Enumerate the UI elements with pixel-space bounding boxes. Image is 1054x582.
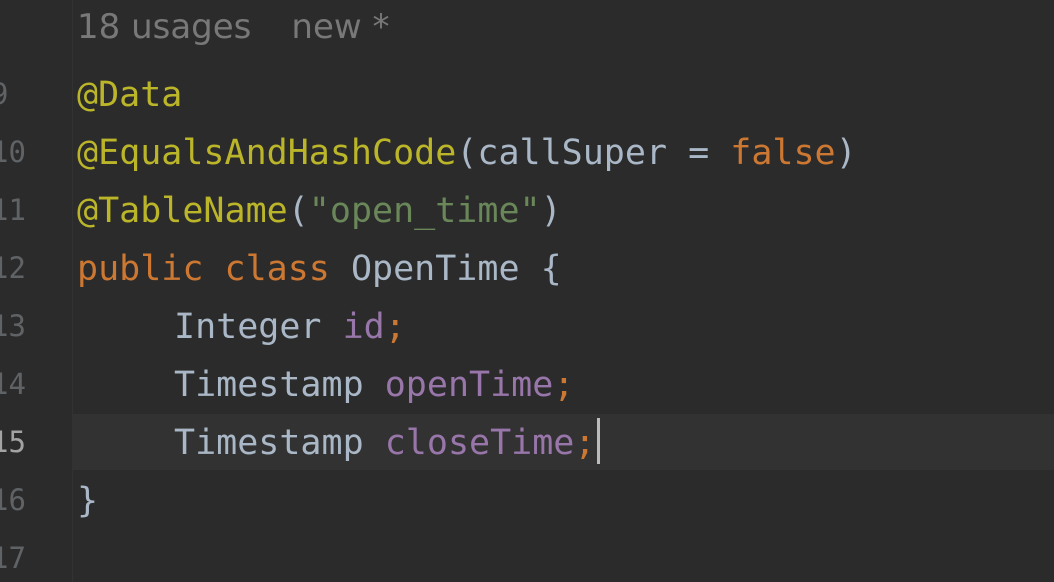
author-hint[interactable]: new * bbox=[291, 7, 389, 47]
paren: ( bbox=[287, 191, 309, 231]
code-line[interactable]: Timestamp openTime; bbox=[77, 356, 574, 414]
paren: ) bbox=[540, 191, 562, 231]
type-name: Timestamp bbox=[174, 365, 364, 405]
line-number: 17 bbox=[0, 541, 26, 575]
line-number: 11 bbox=[0, 193, 26, 227]
inlay-hint[interactable]: 18 usages new * bbox=[77, 0, 389, 56]
line-number: 14 bbox=[0, 367, 26, 401]
semicolon: ; bbox=[384, 307, 406, 347]
field-name: openTime bbox=[384, 365, 554, 405]
keyword: public bbox=[77, 249, 204, 289]
brace: { bbox=[540, 249, 562, 289]
line-number: 9 bbox=[0, 65, 8, 123]
line-number-current: 15 bbox=[0, 425, 26, 459]
semicolon: ; bbox=[553, 365, 575, 405]
type-name: Timestamp bbox=[174, 423, 364, 463]
line-number-gutter[interactable]: 9 10 11 12 13 14 15 16 17 bbox=[0, 0, 73, 582]
code-line[interactable]: } bbox=[77, 472, 98, 530]
code-line[interactable]: @TableName("open_time") bbox=[77, 182, 562, 240]
line-number: 10 bbox=[0, 135, 26, 169]
annotation: @TableName bbox=[77, 191, 288, 231]
type-name: Integer bbox=[174, 307, 322, 347]
string-literal: "open_time" bbox=[308, 191, 541, 231]
annotation-param: callSuper = bbox=[477, 133, 731, 173]
annotation: @Data bbox=[77, 75, 183, 115]
code-line-current[interactable]: Timestamp closeTime; bbox=[77, 414, 601, 472]
usages-hint[interactable]: 18 usages bbox=[77, 7, 251, 47]
boolean-literal: false bbox=[730, 133, 836, 173]
field-name: id bbox=[342, 307, 385, 347]
line-number: 13 bbox=[0, 309, 26, 343]
code-line[interactable]: @Data bbox=[77, 66, 182, 124]
paren: ) bbox=[835, 133, 857, 173]
semicolon: ; bbox=[574, 423, 596, 463]
brace: } bbox=[77, 481, 99, 521]
class-name: OpenTime bbox=[350, 249, 520, 289]
text-caret bbox=[597, 418, 601, 464]
line-number: 16 bbox=[0, 483, 26, 517]
code-editor[interactable]: 9 10 11 12 13 14 15 16 17 18 usages new *… bbox=[0, 0, 1054, 582]
keyword: class bbox=[224, 249, 330, 289]
paren: ( bbox=[456, 133, 478, 173]
code-text-area[interactable]: 18 usages new * @Data @EqualsAndHashCode(… bbox=[73, 0, 1054, 582]
code-line[interactable]: @EqualsAndHashCode(callSuper = false) bbox=[77, 124, 857, 182]
code-line[interactable]: Integer id; bbox=[77, 298, 406, 356]
line-number: 12 bbox=[0, 251, 26, 285]
annotation: @EqualsAndHashCode bbox=[77, 133, 457, 173]
code-line[interactable]: public class OpenTime { bbox=[77, 240, 562, 298]
field-name: closeTime bbox=[384, 423, 575, 463]
